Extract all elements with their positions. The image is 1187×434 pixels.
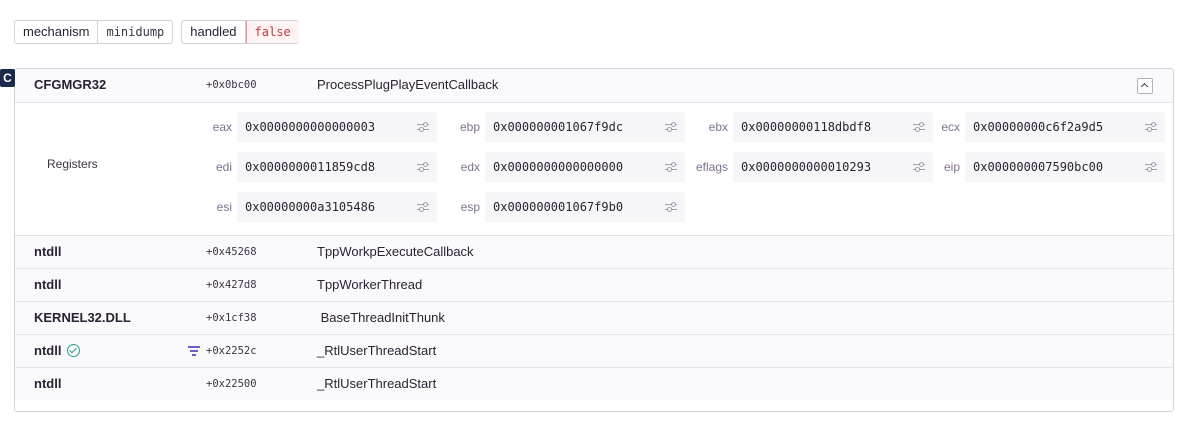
register-name: ecx xyxy=(941,120,960,134)
register-name: eip xyxy=(943,160,960,174)
register-format-toggle-icon[interactable] xyxy=(417,202,429,212)
in-app-check-icon xyxy=(67,344,80,357)
register-name: ebp xyxy=(459,120,480,134)
register-name: eflags xyxy=(695,160,728,174)
frame-row[interactable]: KERNEL32.DLL +0x1cf38 BaseThreadInitThun… xyxy=(15,302,1173,335)
tag-mechanism[interactable]: mechanism minidump xyxy=(14,20,174,44)
frame-address: +0x0bc00 xyxy=(206,79,257,91)
tag-key: handled xyxy=(182,21,246,43)
register-name: esi xyxy=(216,200,232,214)
frame-function: TppWorkerThread xyxy=(317,277,423,292)
register-value: 0x00000000c6f2a9d5 xyxy=(973,120,1104,134)
register-format-toggle-icon[interactable] xyxy=(665,202,677,212)
frame-row[interactable]: ntdll +0x2252c _RtlUserThreadStart xyxy=(15,335,1173,368)
frame-package: KERNEL32.DLL xyxy=(34,310,131,325)
register-value: 0x0000000011859cd8 xyxy=(245,160,376,174)
register-format-toggle-icon[interactable] xyxy=(417,122,429,132)
tag-value: false xyxy=(245,21,299,43)
platform-c-icon: C xyxy=(0,69,15,87)
frame-row[interactable]: CFGMGR32 +0x0bc00 ProcessPlugPlayEventCa… xyxy=(15,69,1173,103)
frame-row[interactable]: ntdll +0x45268 TppWorkpExecuteCallback xyxy=(15,236,1173,269)
register-format-toggle-icon[interactable] xyxy=(1145,122,1157,132)
tag-handled[interactable]: handled false xyxy=(181,20,299,44)
register-value: 0x000000001067f9dc xyxy=(493,120,624,134)
register-format-toggle-icon[interactable] xyxy=(1145,162,1157,172)
frame-package: CFGMGR32 xyxy=(34,77,107,92)
register-name: eax xyxy=(212,120,232,134)
collapse-frame-button[interactable] xyxy=(1137,78,1153,94)
register-format-toggle-icon[interactable] xyxy=(417,162,429,172)
tag-key: mechanism xyxy=(15,21,99,43)
filter-icon[interactable] xyxy=(188,346,200,357)
frame-address: +0x427d8 xyxy=(206,279,257,291)
register-value: 0x000000001067f9b0 xyxy=(493,200,624,214)
frame-package: ntdll xyxy=(34,376,62,391)
frame-function: ProcessPlugPlayEventCallback xyxy=(317,77,499,92)
frame-package: ntdll xyxy=(34,244,62,259)
frame-package: ntdll xyxy=(34,343,62,358)
frame-row[interactable]: ntdll +0x427d8 TppWorkerThread xyxy=(15,269,1173,302)
exception-tags: mechanism minidump handled false xyxy=(14,20,299,44)
frame-function: _RtlUserThreadStart xyxy=(317,376,437,391)
frame-function: TppWorkpExecuteCallback xyxy=(317,244,474,259)
frame-function: _RtlUserThreadStart xyxy=(317,343,437,358)
register-name: esp xyxy=(460,200,480,214)
register-value: 0x000000007590bc00 xyxy=(973,160,1104,174)
frame-row[interactable]: ntdll +0x22500 _RtlUserThreadStart xyxy=(15,368,1173,400)
register-name: ebx xyxy=(708,120,728,134)
register-format-toggle-icon[interactable] xyxy=(665,122,677,132)
register-value: 0x00000000a3105486 xyxy=(245,200,376,214)
stack-trace-frames: CFGMGR32 +0x0bc00 ProcessPlugPlayEventCa… xyxy=(14,68,1174,412)
frame-address: +0x2252c xyxy=(206,345,257,357)
frame-address: +0x45268 xyxy=(206,246,257,258)
frame-address: +0x1cf38 xyxy=(206,312,257,324)
register-name: edx xyxy=(460,160,480,174)
register-value: 0x0000000000010293 xyxy=(741,160,872,174)
register-value: 0x00000000118dbdf8 xyxy=(741,120,872,134)
register-value: 0x0000000000000003 xyxy=(245,120,376,134)
frame-package: ntdll xyxy=(34,277,62,292)
registers-panel: Registers eax 0x0000000000000003 ebp 0x0… xyxy=(15,103,1173,236)
registers-title: Registers xyxy=(47,157,98,171)
frame-function: BaseThreadInitThunk xyxy=(317,310,445,325)
tag-value: minidump xyxy=(106,25,165,39)
register-value: 0x0000000000000000 xyxy=(493,160,624,174)
register-name: edi xyxy=(215,160,232,174)
frame-address: +0x22500 xyxy=(206,378,257,390)
